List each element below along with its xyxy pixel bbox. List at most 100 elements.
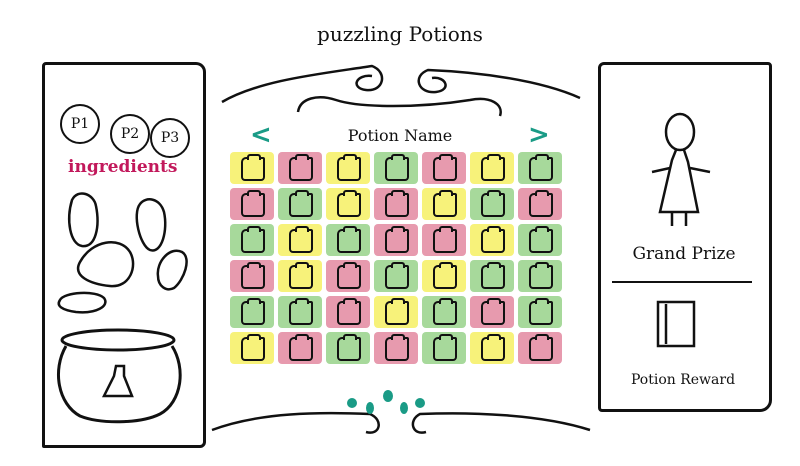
board-tile[interactable] <box>468 222 516 258</box>
board-tile[interactable] <box>324 294 372 330</box>
potion-jar-icon <box>481 190 505 217</box>
potion-jar-icon <box>289 334 313 361</box>
board-tile[interactable] <box>228 330 276 366</box>
bead-icon <box>347 398 357 408</box>
board-tile[interactable] <box>420 330 468 366</box>
board-tile[interactable] <box>516 258 564 294</box>
board-tile[interactable] <box>372 186 420 222</box>
potion-jar-icon <box>481 226 505 253</box>
board-tile[interactable] <box>276 294 324 330</box>
potion-jar-icon <box>241 190 265 217</box>
prev-potion-button[interactable]: < <box>250 120 272 150</box>
bead-icon <box>383 390 393 402</box>
potion-reward-label: Potion Reward <box>630 372 736 388</box>
board-tile[interactable] <box>420 150 468 186</box>
bead-icon <box>400 402 408 414</box>
board-tile[interactable] <box>516 222 564 258</box>
potion-jar-icon <box>433 262 457 289</box>
ingredients-label: ingredients <box>68 157 178 177</box>
potion-jar-icon <box>385 298 409 325</box>
board-tile[interactable] <box>324 222 372 258</box>
potion-jar-icon <box>433 190 457 217</box>
potion-jar-icon <box>529 226 553 253</box>
potion-jar-icon <box>481 298 505 325</box>
board-tile[interactable] <box>516 294 564 330</box>
potion-jar-icon <box>337 262 361 289</box>
board-tile[interactable] <box>420 258 468 294</box>
potion-jar-icon <box>481 154 505 181</box>
potion-jar-icon <box>529 190 553 217</box>
prize-panel <box>598 62 772 412</box>
board-tile[interactable] <box>420 186 468 222</box>
board-tile[interactable] <box>372 258 420 294</box>
board-tile[interactable] <box>324 258 372 294</box>
board-tile[interactable] <box>276 222 324 258</box>
bead-icon <box>415 398 425 408</box>
board-tile[interactable] <box>372 294 420 330</box>
potion-jar-icon <box>481 262 505 289</box>
board-tile[interactable] <box>372 330 420 366</box>
swirl-decoration-icon <box>221 64 384 104</box>
board-tile[interactable] <box>420 222 468 258</box>
potion-jar-icon <box>385 262 409 289</box>
board-tile[interactable] <box>228 258 276 294</box>
potion-jar-icon <box>337 298 361 325</box>
potion-jar-icon <box>289 190 313 217</box>
next-potion-button[interactable]: > <box>528 120 550 150</box>
board-tile[interactable] <box>516 330 564 366</box>
grand-prize-label: Grand Prize <box>632 244 736 264</box>
board-tile[interactable] <box>468 186 516 222</box>
board-tile[interactable] <box>420 294 468 330</box>
potion-jar-icon <box>529 298 553 325</box>
potion-jar-icon <box>337 190 361 217</box>
potion-jar-icon <box>241 298 265 325</box>
board-tile[interactable] <box>228 222 276 258</box>
page-title: puzzling Potions <box>317 22 483 46</box>
swirl-decoration-icon <box>411 412 591 434</box>
potion-jar-icon <box>385 190 409 217</box>
board-tile[interactable] <box>276 330 324 366</box>
potion-jar-icon <box>433 226 457 253</box>
board-tile[interactable] <box>516 186 564 222</box>
board-tile[interactable] <box>468 294 516 330</box>
board-tile[interactable] <box>228 294 276 330</box>
potion-jar-icon <box>241 262 265 289</box>
potion-jar-icon <box>433 154 457 181</box>
potion-jar-icon <box>529 262 553 289</box>
board-tile[interactable] <box>276 150 324 186</box>
swirl-decoration-icon <box>211 411 380 434</box>
prize-divider <box>612 281 752 283</box>
potion-jar-icon <box>337 334 361 361</box>
potion-jar-icon <box>385 154 409 181</box>
board-tile[interactable] <box>324 186 372 222</box>
board-tile[interactable] <box>324 150 372 186</box>
potion-board <box>228 150 564 366</box>
potion-jar-icon <box>481 334 505 361</box>
board-tile[interactable] <box>468 150 516 186</box>
potion-jar-icon <box>289 154 313 181</box>
potion-jar-icon <box>529 154 553 181</box>
player-1-button[interactable]: P1 <box>60 104 100 144</box>
board-tile[interactable] <box>324 330 372 366</box>
player-2-button[interactable]: P2 <box>110 114 150 154</box>
board-tile[interactable] <box>372 222 420 258</box>
board-tile[interactable] <box>468 330 516 366</box>
potion-jar-icon <box>241 154 265 181</box>
board-tile[interactable] <box>516 150 564 186</box>
swirl-decoration-icon <box>296 96 502 117</box>
board-tile[interactable] <box>276 186 324 222</box>
board-tile[interactable] <box>276 258 324 294</box>
potion-name: Potion Name <box>347 126 453 145</box>
potion-jar-icon <box>241 226 265 253</box>
board-tile[interactable] <box>228 150 276 186</box>
potion-jar-icon <box>529 334 553 361</box>
board-tile[interactable] <box>228 186 276 222</box>
potion-jar-icon <box>337 226 361 253</box>
player-3-button[interactable]: P3 <box>150 118 190 158</box>
potion-jar-icon <box>289 298 313 325</box>
swirl-decoration-icon <box>417 68 581 100</box>
board-tile[interactable] <box>468 258 516 294</box>
board-tile[interactable] <box>372 150 420 186</box>
potion-jar-icon <box>241 334 265 361</box>
potion-jar-icon <box>385 334 409 361</box>
